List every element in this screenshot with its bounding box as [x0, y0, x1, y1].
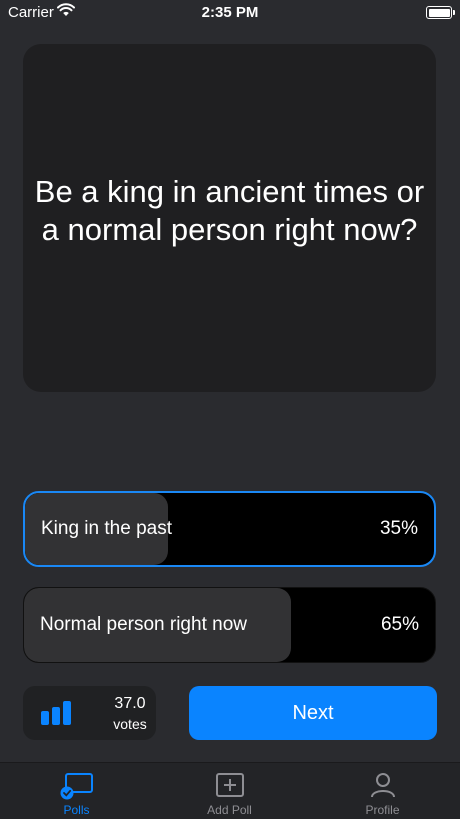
option-label: King in the past: [41, 518, 172, 539]
status-bar: Carrier 2:35 PM: [0, 0, 460, 26]
votes-label: votes: [113, 716, 147, 732]
votes-summary: 37.0 votes: [23, 686, 156, 740]
tab-add-poll[interactable]: Add Poll: [153, 763, 306, 819]
option-percent: 65%: [380, 614, 419, 635]
votes-count: 37.0: [114, 695, 146, 712]
next-button[interactable]: Next: [189, 686, 437, 740]
option-label: Normal person right now: [40, 614, 247, 635]
bar-chart-icon: [41, 701, 73, 730]
status-time: 2:35 PM: [201, 4, 259, 21]
question-card: Be a king in ancient times or a normal p…: [23, 44, 436, 392]
option-normal-person-right-now[interactable]: Normal person right now 65%: [23, 587, 436, 663]
tab-label: Profile: [365, 803, 400, 817]
tab-profile[interactable]: Profile: [306, 763, 459, 819]
tab-bar: Polls Add Poll Profile: [0, 762, 460, 819]
battery-icon: [426, 6, 455, 19]
option-king-in-the-past[interactable]: King in the past 35%: [23, 491, 436, 567]
option-percent: 35%: [379, 518, 418, 539]
tab-label: Add Poll: [207, 803, 252, 817]
question-text: Be a king in ancient times or a normal p…: [34, 174, 425, 247]
tab-polls[interactable]: Polls: [0, 763, 153, 819]
tab-label: Polls: [63, 803, 90, 817]
